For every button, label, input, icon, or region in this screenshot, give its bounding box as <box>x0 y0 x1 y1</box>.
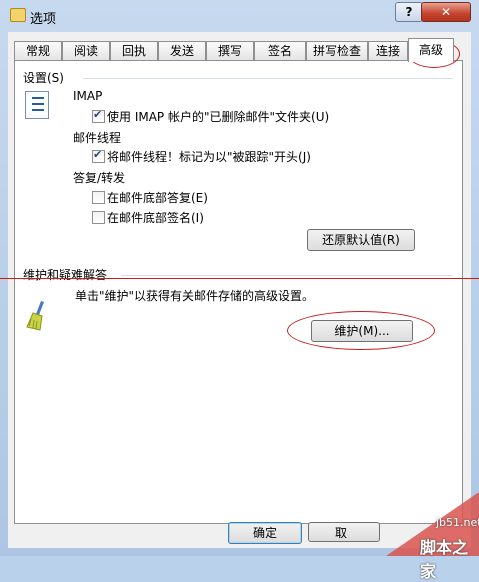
settings-divider <box>83 78 453 79</box>
reply-bottom-label: 在邮件底部答复(E) <box>107 191 208 205</box>
tab-send[interactable]: 发送 <box>158 41 206 61</box>
watermark: jb51.net 脚本之家 <box>386 492 479 581</box>
restore-defaults-button[interactable]: 还原默认值(R) <box>307 229 415 251</box>
reply-heading: 答复/转发 <box>73 171 126 185</box>
folder-icon <box>10 8 26 22</box>
title-bar: 选项 ? ✕ <box>0 0 479 32</box>
annotation-line <box>0 278 479 279</box>
close-button[interactable]: ✕ <box>421 2 471 22</box>
imap-deleted-folder-label: 使用 IMAP 帐户的"已删除邮件"文件夹(U) <box>107 110 330 124</box>
window-title: 选项 <box>30 12 57 27</box>
close-icon: ✕ <box>440 5 452 19</box>
sign-bottom-label: 在邮件底部签名(I) <box>107 211 204 225</box>
imap-heading: IMAP <box>73 89 103 103</box>
advanced-panel: 设置(S) IMAP ✔ 使用 IMAP 帐户的"已删除邮件"文件夹(U) 邮件… <box>14 60 463 524</box>
watermark-site: jb51.net <box>436 516 479 529</box>
maintenance-group-label: 维护和疑难解答 <box>23 266 108 283</box>
tab-connection[interactable]: 连接 <box>368 41 408 61</box>
threads-heading: 邮件线程 <box>73 131 122 145</box>
tab-compose[interactable]: 撰写 <box>206 41 254 61</box>
ok-button[interactable]: 确定 <box>228 522 302 544</box>
tab-general[interactable]: 常规 <box>14 41 62 61</box>
broom-icon <box>26 301 44 331</box>
annotation-ellipse-maintenance <box>287 311 435 350</box>
tab-spelling[interactable]: 拼写检查 <box>306 41 368 61</box>
imap-deleted-folder-checkbox[interactable]: ✔ <box>92 108 105 123</box>
settings-list-icon <box>25 91 49 119</box>
options-dialog: 选项 ? ✕ 常规 阅读 回执 发送 撰写 签名 拼写检查 连接 高级 设置(S… <box>0 0 479 581</box>
tab-signature[interactable]: 签名 <box>254 41 306 61</box>
tab-receipts[interactable]: 回执 <box>110 41 158 61</box>
threads-watched-label: 将邮件线程！标记为以"被跟踪"开头(J) <box>107 150 311 164</box>
watermark-brand: 脚本之家 <box>420 538 469 581</box>
help-button[interactable]: ? <box>395 2 423 22</box>
check-icon: ✔ <box>93 108 103 121</box>
maintenance-divider <box>121 275 453 276</box>
settings-group-label: 设置(S) <box>23 69 64 86</box>
sign-bottom-checkbox[interactable] <box>92 211 105 224</box>
tab-read[interactable]: 阅读 <box>62 41 110 61</box>
reply-bottom-checkbox[interactable] <box>92 191 105 204</box>
cancel-button[interactable]: 取 <box>308 522 380 542</box>
dialog-client: 常规 阅读 回执 发送 撰写 签名 拼写检查 连接 高级 设置(S) IMAP … <box>8 32 471 548</box>
threads-watched-checkbox[interactable]: ✔ <box>92 148 105 163</box>
check-icon: ✔ <box>93 148 103 161</box>
maintenance-description: 单击"维护"以获得有关邮件存储的高级设置。 <box>75 289 315 303</box>
tab-advanced[interactable]: 高级 <box>408 38 454 62</box>
